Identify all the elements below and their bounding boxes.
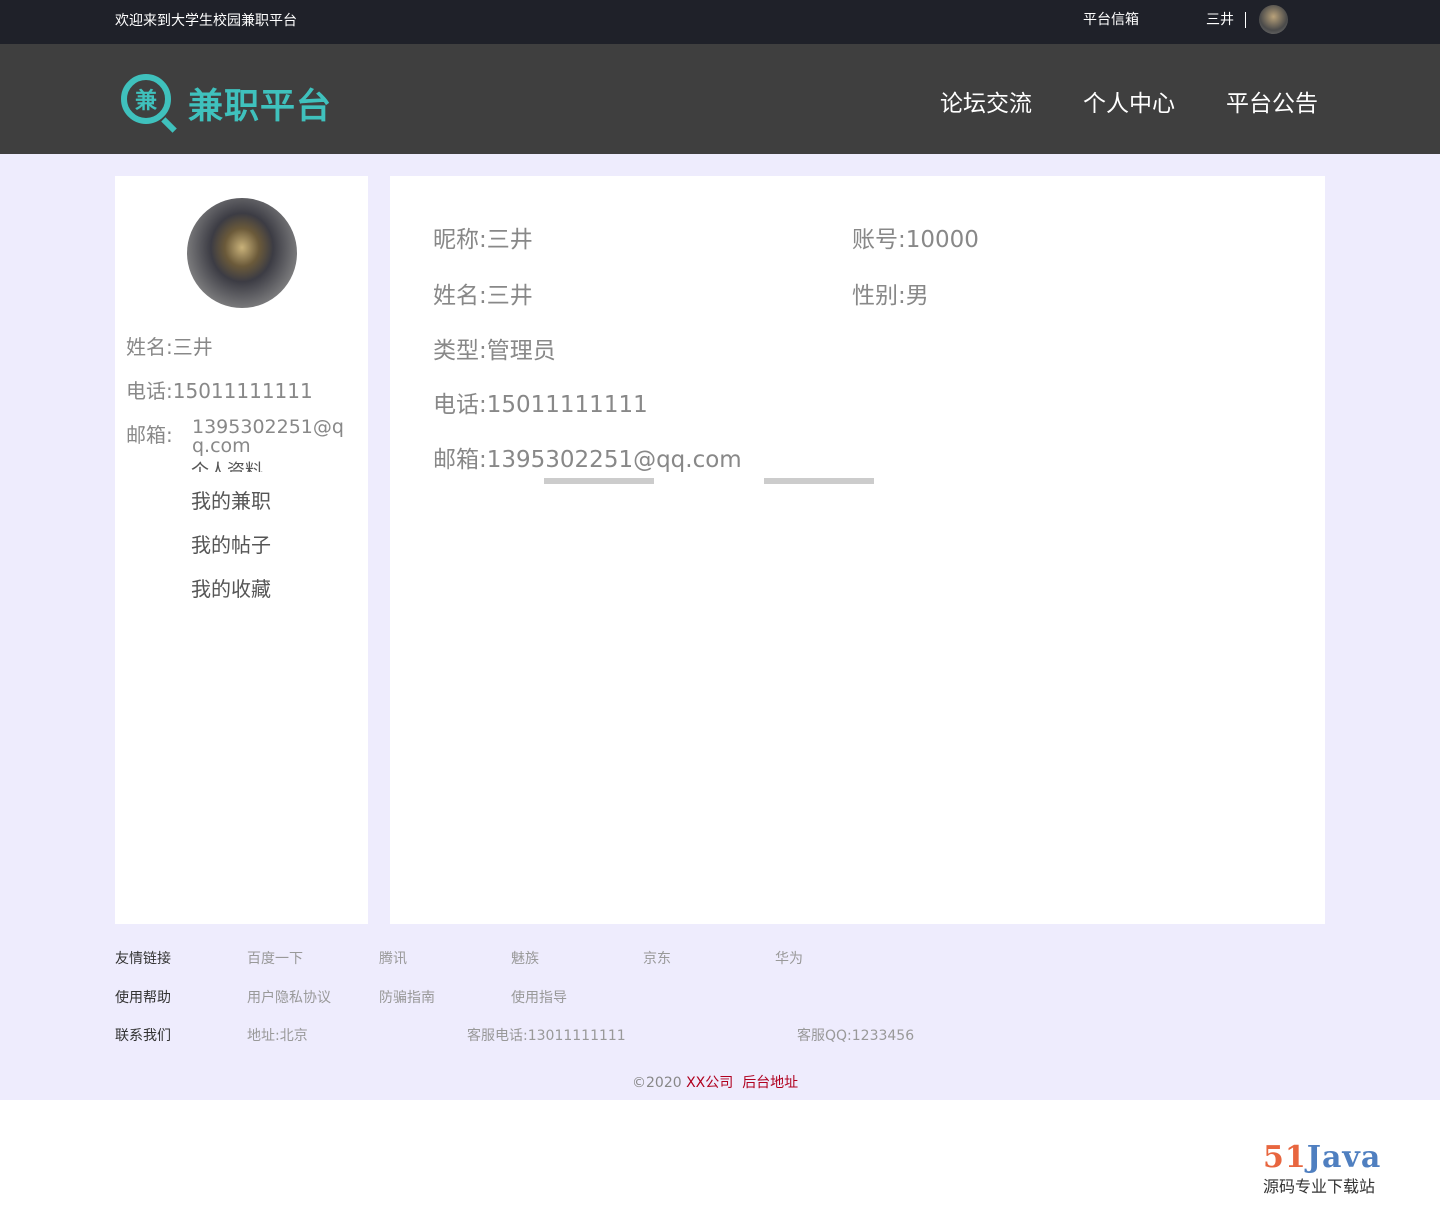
logo-icon[interactable]: 兼	[121, 74, 171, 124]
watermark-logo: 51Java 源码专业下载站	[1263, 1140, 1381, 1197]
field-account: 账号:10000	[852, 227, 979, 253]
profile-avatar	[187, 198, 297, 308]
footer-contact-label: 联系我们	[115, 1028, 171, 1044]
value: 三井	[172, 335, 213, 359]
sidebar-phone: 电话:15011111111	[126, 375, 313, 404]
menu-profile[interactable]: 个人资料	[191, 458, 263, 472]
sidebar-email: 1395302251@qq.com	[192, 416, 344, 457]
logo-text[interactable]: 兼职平台	[188, 78, 332, 129]
admin-link[interactable]: 后台地址	[742, 1075, 798, 1091]
sidebar-name: 姓名:三井	[126, 331, 213, 360]
footer-phone: 客服电话:13011111111	[467, 1028, 626, 1044]
watermark-slogan: 源码专业下载站	[1263, 1177, 1376, 1196]
button-placeholder[interactable]	[764, 478, 874, 484]
field-name: 姓名:三井	[433, 283, 533, 309]
footer-link[interactable]: 腾讯	[379, 948, 407, 968]
label: 姓名:	[126, 335, 173, 359]
footer-qq: 客服QQ:1233456	[797, 1028, 915, 1044]
field-type: 类型:管理员	[433, 338, 556, 364]
field-nickname: 昵称:三井	[433, 227, 533, 253]
avatar[interactable]	[1259, 5, 1288, 34]
nav-forum[interactable]: 论坛交流	[940, 84, 1032, 118]
company-link[interactable]: XX公司	[686, 1075, 733, 1091]
copyright: ©2020 XX公司 后台地址	[632, 1072, 798, 1092]
menu-my-posts[interactable]: 我的帖子	[191, 529, 271, 558]
watermark-brand: Java	[1306, 1140, 1382, 1175]
mailbox-link[interactable]: 平台信箱	[1083, 9, 1139, 29]
footer-links-label: 友情链接	[115, 951, 171, 967]
divider	[1245, 12, 1246, 28]
logo-char: 兼	[134, 89, 157, 114]
field-phone: 电话:15011111111	[433, 392, 648, 418]
nav-announcement[interactable]: 平台公告	[1226, 84, 1318, 118]
copyright-text: ©2020	[632, 1075, 682, 1091]
watermark-num: 51	[1263, 1140, 1307, 1175]
footer-help-link[interactable]: 使用指导	[511, 987, 567, 1007]
footer-link[interactable]: 百度一下	[247, 948, 303, 968]
top-bar: 欢迎来到大学生校园兼职平台 平台信箱 三井	[0, 0, 1440, 44]
main: 姓名:三井 电话:15011111111 邮箱: 1395302251@qq.c…	[0, 154, 1440, 1100]
footer-link[interactable]: 京东	[643, 948, 671, 968]
button-placeholder[interactable]	[544, 478, 654, 484]
sidebar-email-label: 邮箱:	[126, 423, 173, 447]
welcome-text: 欢迎来到大学生校园兼职平台	[115, 13, 297, 29]
footer-link[interactable]: 魅族	[511, 948, 539, 968]
field-email: 邮箱:1395302251@qq.com	[433, 447, 742, 473]
menu-my-jobs[interactable]: 我的兼职	[191, 485, 271, 514]
footer-address: 地址:北京	[247, 1028, 308, 1044]
sidebar: 姓名:三井 电话:15011111111 邮箱: 1395302251@qq.c…	[115, 176, 368, 924]
label: 电话:	[126, 379, 173, 403]
value: 15011111111	[172, 379, 313, 403]
menu-my-favorites[interactable]: 我的收藏	[191, 573, 271, 602]
username-link[interactable]: 三井	[1206, 9, 1234, 29]
footer-help-link[interactable]: 用户隐私协议	[247, 987, 331, 1007]
footer-help-link[interactable]: 防骗指南	[379, 987, 435, 1007]
header: 兼 兼职平台 论坛交流 个人中心 平台公告	[0, 44, 1440, 154]
footer-help-label: 使用帮助	[115, 990, 171, 1006]
footer-link[interactable]: 华为	[775, 948, 803, 968]
profile-panel: 昵称:三井 账号:10000 姓名:三井 性别:男 类型:管理员 电话:1501…	[390, 176, 1325, 924]
nav-personal-center[interactable]: 个人中心	[1083, 84, 1175, 118]
field-gender: 性别:男	[852, 283, 929, 309]
